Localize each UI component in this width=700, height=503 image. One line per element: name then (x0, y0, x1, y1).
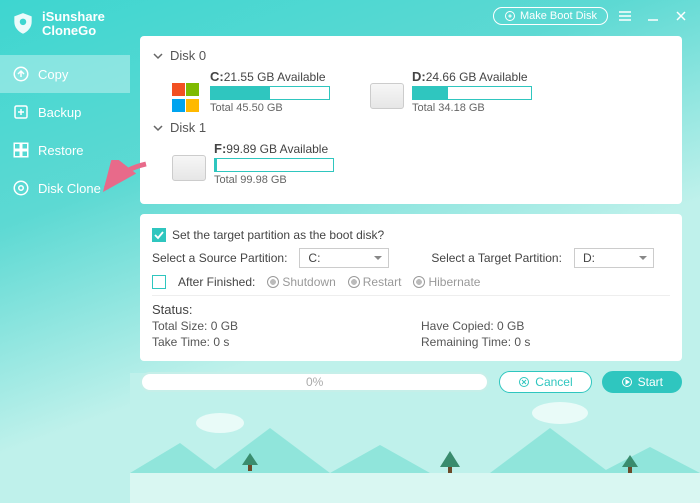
disk-title: Disk 1 (170, 120, 206, 135)
sidebar-item-label: Disk Clone (38, 181, 101, 196)
cancel-label: Cancel (535, 375, 572, 389)
drive-icon (370, 83, 404, 109)
minimize-button[interactable] (642, 6, 664, 26)
status-title: Status: (152, 302, 670, 317)
sidebar-item-label: Backup (38, 105, 81, 120)
cancel-button[interactable]: Cancel (499, 371, 591, 393)
status-have-copied: Have Copied: 0 GB (421, 319, 670, 333)
play-icon (621, 376, 633, 388)
status-take-time: Take Time: 0 s (152, 335, 401, 349)
chevron-down-icon (152, 122, 164, 134)
status-total-size: Total Size: 0 GB (152, 319, 401, 333)
sidebar: iSunshareCloneGo Copy Backup Restore Dis… (0, 0, 130, 503)
sidebar-item-restore[interactable]: Restore (0, 131, 130, 169)
options-panel: Set the target partition as the boot dis… (140, 214, 682, 361)
sidebar-item-copy[interactable]: Copy (0, 55, 130, 93)
partition-total: Total 99.98 GB (214, 174, 334, 186)
radio-restart[interactable]: Restart (348, 274, 402, 289)
partition-d[interactable]: D:24.66 GB Available Total 34.18 GB (370, 69, 532, 114)
boot-checkbox[interactable] (152, 228, 166, 242)
clone-icon (12, 179, 30, 197)
source-partition-select[interactable]: C: (299, 248, 389, 268)
disk-list-panel: Disk 0 C:21.55 GB Available Total 45.50 … (140, 36, 682, 204)
target-value: D: (583, 251, 595, 265)
progress-bar: 0% (140, 372, 489, 392)
boot-checkbox-label: Set the target partition as the boot dis… (172, 228, 384, 242)
close-button[interactable] (670, 6, 692, 26)
progress-label: 0% (306, 375, 323, 389)
check-icon (154, 230, 164, 240)
close-icon (674, 9, 688, 23)
menu-button[interactable] (614, 6, 636, 26)
partition-total: Total 45.50 GB (210, 102, 330, 114)
radio-hibernate[interactable]: Hibernate (413, 274, 480, 289)
drive-icon (172, 155, 206, 181)
sidebar-item-disk-clone[interactable]: Disk Clone (0, 169, 130, 207)
logo-line2: CloneGo (42, 24, 105, 38)
backup-icon (12, 103, 30, 121)
partition-title: C:21.55 GB Available (210, 69, 330, 84)
after-finished-label: After Finished: (178, 275, 255, 289)
restore-icon (12, 141, 30, 159)
make-boot-disk-button[interactable]: Make Boot Disk (493, 7, 608, 25)
after-finished-checkbox[interactable] (152, 275, 166, 289)
sidebar-item-label: Copy (38, 67, 68, 82)
copy-icon (12, 65, 30, 83)
partition-c[interactable]: C:21.55 GB Available Total 45.50 GB (172, 69, 330, 114)
radio-label: Hibernate (428, 275, 480, 289)
chevron-down-icon (152, 50, 164, 62)
sidebar-item-backup[interactable]: Backup (0, 93, 130, 131)
usage-bar (412, 86, 532, 100)
footer-bar: 0% Cancel Start (140, 371, 682, 393)
windows-icon (172, 83, 202, 113)
radio-label: Restart (363, 275, 402, 289)
logo-line1: iSunshare (42, 10, 105, 24)
usage-bar (210, 86, 330, 100)
disk-0-header[interactable]: Disk 0 (152, 48, 670, 63)
partition-title: F:99.89 GB Available (214, 141, 334, 156)
shield-icon (10, 11, 36, 37)
radio-label: Shutdown (282, 275, 335, 289)
target-label: Select a Target Partition: (431, 251, 562, 265)
disk-icon (504, 10, 516, 22)
start-label: Start (638, 375, 663, 389)
radio-shutdown[interactable]: Shutdown (267, 274, 335, 289)
start-button[interactable]: Start (602, 371, 682, 393)
target-partition-select[interactable]: D: (574, 248, 654, 268)
boot-label: Make Boot Disk (520, 10, 597, 22)
app-logo: iSunshareCloneGo (0, 0, 130, 55)
partition-title: D:24.66 GB Available (412, 69, 532, 84)
cancel-icon (518, 376, 530, 388)
source-value: C: (308, 251, 320, 265)
sidebar-item-label: Restore (38, 143, 84, 158)
disk-1-header[interactable]: Disk 1 (152, 120, 670, 135)
usage-bar (214, 158, 334, 172)
menu-icon (617, 8, 633, 24)
disk-title: Disk 0 (170, 48, 206, 63)
partition-f[interactable]: F:99.89 GB Available Total 99.98 GB (172, 141, 334, 186)
minimize-icon (646, 9, 660, 23)
source-label: Select a Source Partition: (152, 251, 287, 265)
partition-total: Total 34.18 GB (412, 102, 532, 114)
status-remaining: Remaining Time: 0 s (421, 335, 670, 349)
